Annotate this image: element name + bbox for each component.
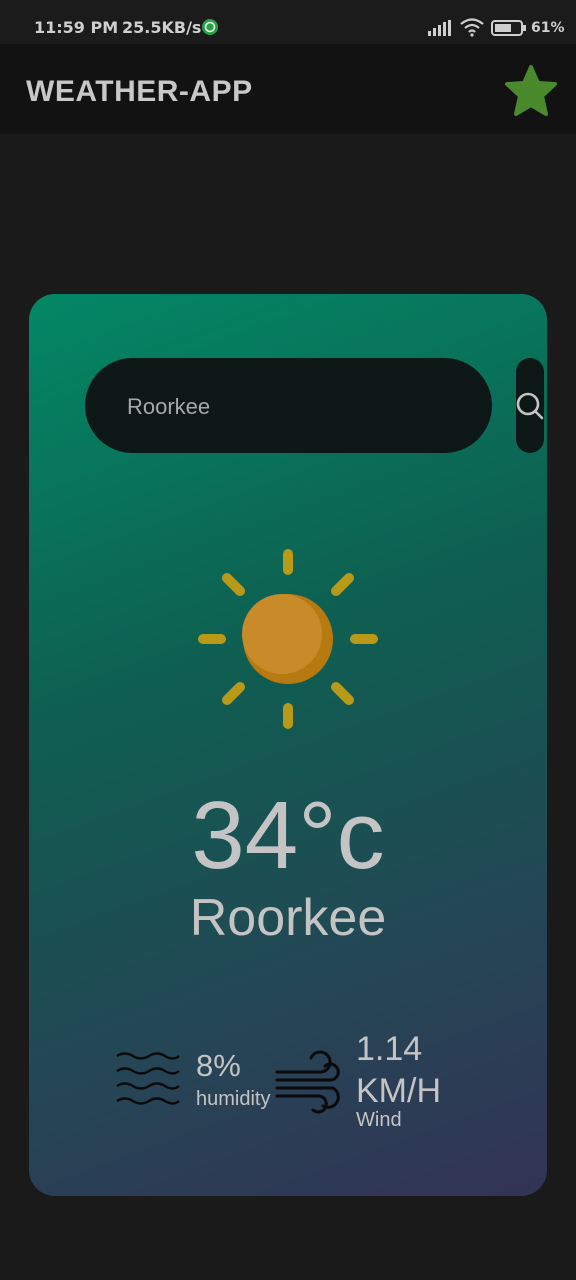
status-bar: 11:59 PM 25.5KB/s 61%: [0, 0, 576, 44]
status-time: 11:59 PM: [34, 18, 119, 37]
search-input[interactable]: [125, 358, 459, 455]
wind-label: Wind: [356, 1109, 402, 1131]
battery-icon: [491, 20, 526, 36]
star-icon[interactable]: [503, 64, 559, 118]
humidity-icon: [116, 1052, 180, 1105]
wind-speed-value: 1.14 KM/H: [356, 1030, 441, 1110]
humidity-label: humidity: [196, 1088, 271, 1110]
search-bar: [85, 358, 492, 455]
status-net-speed: 25.5KB/s: [122, 18, 202, 37]
search-button[interactable]: [516, 358, 544, 453]
weather-card: 34°c Roorkee 8% humidity 1.14 KM/H Wind: [29, 294, 547, 1196]
wind-icon: [275, 1050, 340, 1114]
humidity-value: 8%: [196, 1048, 241, 1083]
battery-percentage: 61%: [531, 20, 565, 36]
temperature-value: 34°c: [191, 782, 385, 889]
search-icon: [516, 392, 544, 419]
city-name: Roorkee: [189, 889, 387, 947]
whatsapp-icon: [202, 19, 218, 35]
app-bar: WEATHER-APP: [0, 44, 576, 134]
sun-icon: [198, 549, 378, 729]
wifi-icon: [460, 18, 484, 37]
signal-icon: [428, 20, 451, 36]
app-title: WEATHER-APP: [26, 75, 253, 108]
